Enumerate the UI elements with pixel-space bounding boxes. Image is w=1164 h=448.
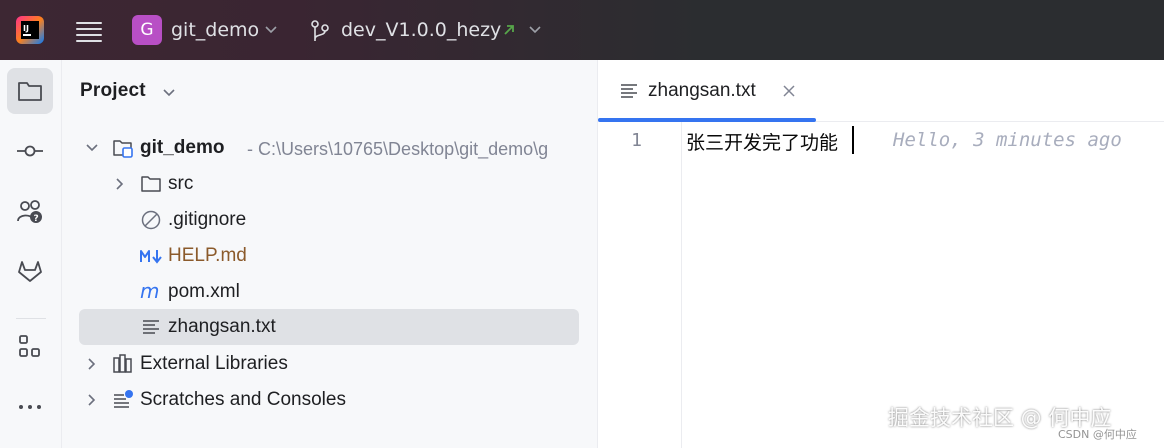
library-icon	[113, 354, 132, 373]
title-bar: IJ G git_demo dev_V1.0.0_hezy	[0, 0, 1164, 60]
text-file-icon	[143, 320, 159, 334]
folder-icon	[141, 176, 161, 192]
text-caret	[852, 126, 854, 154]
branch-icon	[311, 20, 329, 41]
gitlab-tool-button[interactable]	[7, 248, 53, 294]
tree-item-scratches[interactable]: Scratches and Consoles	[79, 382, 579, 418]
tree-item-gitignore[interactable]: .gitignore	[79, 202, 579, 238]
code-line[interactable]: 张三开发完了功能	[686, 128, 838, 155]
tree-item-pom-xml[interactable]: m pom.xml	[79, 274, 579, 310]
watermark-sub: CSDN @何中应	[1058, 428, 1137, 441]
text-file-icon	[621, 84, 637, 98]
tree-item-label: Scratches and Consoles	[140, 389, 346, 410]
maven-icon: m	[140, 281, 159, 303]
folder-icon	[18, 82, 42, 101]
pull-requests-icon: ?	[17, 200, 42, 224]
pull-requests-tool-button[interactable]: ?	[7, 188, 53, 234]
tree-item-external-libraries[interactable]: External Libraries	[79, 346, 579, 382]
tree-item-label: pom.xml	[168, 281, 240, 302]
svg-text:IJ: IJ	[23, 24, 29, 33]
tree-item-label: .gitignore	[168, 209, 247, 230]
strip-divider	[16, 318, 46, 319]
tree-item-label: src	[168, 173, 194, 194]
expanded-arrow-icon[interactable]	[85, 141, 99, 155]
project-tool-button[interactable]	[7, 68, 53, 114]
collapsed-arrow-icon[interactable]	[85, 393, 99, 407]
scratches-icon	[114, 390, 133, 408]
tool-window-strip: ?	[0, 60, 62, 448]
editor: zhangsan.txt 1 张三开发完了功能 Hello, 3 minutes…	[598, 60, 1164, 448]
ignored-file-icon	[141, 210, 161, 230]
tree-item-git-demo[interactable]: git_demo - C:\Users\10765\Desktop\git_de…	[79, 130, 579, 166]
editor-gutter	[598, 122, 682, 448]
git-blame-inlay[interactable]: Hello, 3 minutes ago	[893, 129, 1122, 151]
tree-item-label: git_demo	[140, 137, 225, 158]
tree-item-help-md[interactable]: HELP.md	[79, 238, 579, 274]
line-number: 1	[631, 130, 642, 151]
markdown-icon	[140, 250, 162, 264]
svg-text:m: m	[140, 281, 159, 303]
more-tools-button[interactable]	[7, 384, 53, 430]
editor-tab-bar: zhangsan.txt	[598, 60, 1164, 122]
svg-text:?: ?	[34, 214, 39, 224]
structure-tool-button[interactable]	[7, 324, 53, 370]
tree-item-label: HELP.md	[168, 245, 247, 266]
tab-label: zhangsan.txt	[648, 80, 756, 101]
tree-item-label: External Libraries	[140, 353, 288, 374]
tab-zhangsan-txt[interactable]: zhangsan.txt	[598, 60, 816, 122]
outgoing-commits-icon	[504, 25, 514, 35]
main-menu-button[interactable]	[76, 18, 102, 42]
collapsed-arrow-icon[interactable]	[85, 357, 99, 371]
project-badge[interactable]: G	[132, 15, 162, 45]
commit-tool-button[interactable]	[7, 128, 53, 174]
structure-icon	[19, 335, 40, 357]
collapsed-arrow-icon[interactable]	[113, 177, 127, 191]
branch-chevron-down-icon[interactable]	[528, 24, 542, 36]
project-panel-title[interactable]: Project	[80, 80, 146, 102]
project-panel: Project git_demo - C:\Users\10765\Deskto…	[62, 60, 598, 448]
module-folder-icon	[113, 140, 133, 158]
project-name[interactable]: git_demo	[171, 18, 259, 42]
close-icon[interactable]	[782, 84, 796, 98]
tree-item-label: zhangsan.txt	[168, 316, 276, 337]
chevron-down-icon[interactable]	[162, 88, 176, 98]
tree-item-src[interactable]: src	[79, 166, 579, 202]
commit-icon	[17, 145, 43, 157]
branch-name[interactable]: dev_V1.0.0_hezy	[341, 18, 501, 42]
chevron-down-icon[interactable]	[264, 24, 278, 36]
gitlab-icon	[18, 261, 42, 282]
intellij-logo-icon[interactable]: IJ	[16, 16, 44, 44]
project-path: - C:\Users\10765\Desktop\git_demo\g	[247, 139, 549, 159]
tree-item-zhangsan-txt[interactable]: zhangsan.txt	[79, 309, 579, 345]
more-icon	[19, 405, 41, 409]
